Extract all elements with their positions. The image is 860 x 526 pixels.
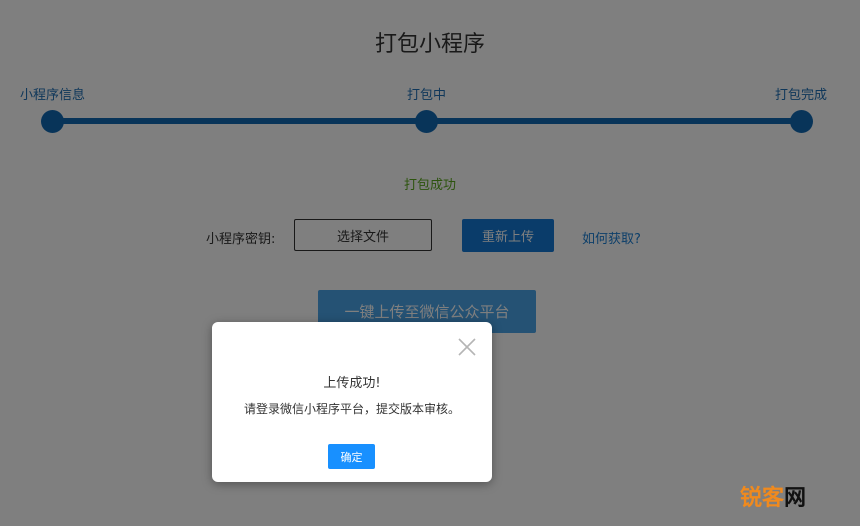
upload-success-dialog: 上传成功! 请登录微信小程序平台，提交版本审核。 确定 — [212, 322, 492, 482]
dialog-message: 请登录微信小程序平台，提交版本审核。 — [243, 402, 460, 416]
watermark-char-2: 客 — [762, 486, 785, 511]
watermark-char-1: 锐 — [740, 486, 763, 511]
watermark-logo: 锐客网 — [740, 480, 806, 512]
confirm-button[interactable]: 确定 — [328, 444, 375, 469]
watermark-char-3: 网 — [784, 486, 807, 511]
dialog-title: 上传成功! — [323, 376, 381, 391]
close-icon[interactable] — [458, 338, 476, 356]
